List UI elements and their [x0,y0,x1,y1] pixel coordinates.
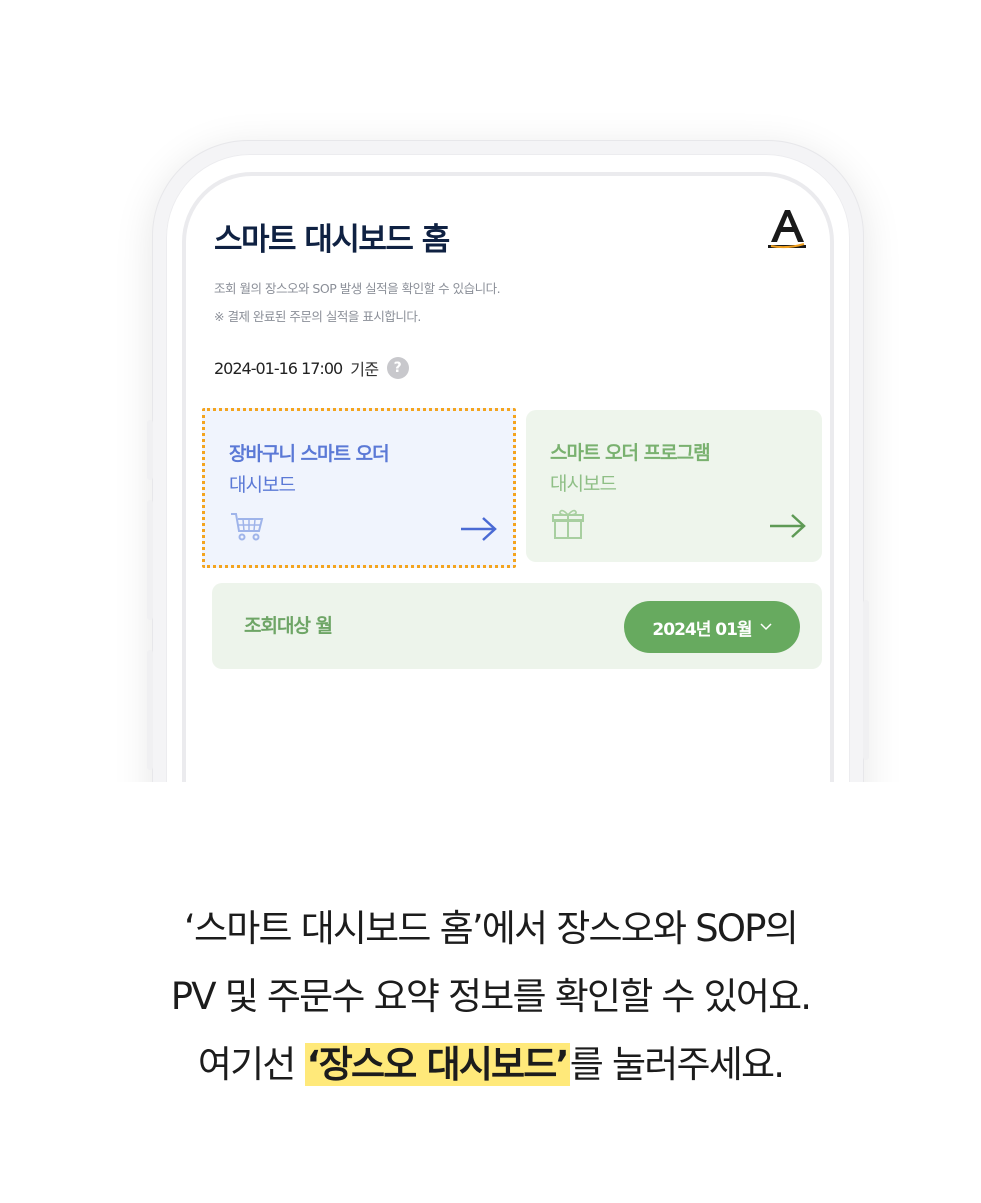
card-subtitle: 대시보드 [550,473,617,495]
a-brand-logo-icon[interactable] [766,206,808,250]
month-filter-label: 조회대상 월 [244,615,333,637]
caption-highlight: ‘장스오 대시보드’ [304,1043,570,1086]
caption-line-3: 여기선 ‘장스오 대시보드’를 눌러주세요. [0,1034,981,1088]
smart-order-program-dashboard-card[interactable]: 스마트 오더 프로그램 대시보드 [526,410,822,562]
page-title: 스마트 대시보드 홈 [214,222,450,258]
timestamp-suffix: 기준 [350,360,379,379]
description-note: ※ 결제 완료된 주문의 실적을 표시합니다. [214,309,421,324]
phone-side-button [147,500,153,620]
timestamp: 2024-01-16 17:00 [214,358,343,378]
tutorial-slide: 스마트 대시보드 홈 조회 월의 장스오와 SOP 발생 실적을 확인할 수 있… [0,0,981,1203]
caption-line-1: ‘스마트 대시보드 홈’에서 장스오와 SOP의 [184,907,799,950]
timestamp-row: 2024-01-16 17:00 기준 ? [214,356,409,380]
caption-suffix: 를 눌러주세요. [569,1043,785,1086]
cart-smart-order-dashboard-card[interactable]: 장바구니 스마트 오더 대시보드 [202,408,516,568]
shopping-cart-icon [231,513,264,541]
caption-line-2: PV 및 주문수 요약 정보를 확인할 수 있어요. [170,975,812,1018]
phone-screen: 스마트 대시보드 홈 조회 월의 장스오와 SOP 발생 실적을 확인할 수 있… [182,172,834,782]
selected-month: 2024년 01월 [652,619,752,640]
gift-icon [552,509,584,539]
caption-prefix: 여기선 [197,1043,305,1086]
card-subtitle: 대시보드 [229,474,296,496]
month-select-dropdown[interactable]: 2024년 01월 [624,601,800,653]
phone-mockup-area: 스마트 대시보드 홈 조회 월의 장스오와 SOP 발생 실적을 확인할 수 있… [0,0,981,782]
chevron-down-icon [760,623,772,631]
description-line: 조회 월의 장스오와 SOP 발생 실적을 확인할 수 있습니다. [214,281,501,296]
phone-side-button [147,650,153,770]
month-filter-bar: 조회대상 월 2024년 01월 [212,583,822,669]
arrow-right-icon [461,517,497,541]
phone-side-button [147,420,153,480]
card-title: 장바구니 스마트 오더 [229,443,390,465]
phone-side-button [863,600,869,760]
help-icon[interactable]: ? [386,357,409,379]
arrow-right-icon [770,514,806,538]
card-title: 스마트 오더 프로그램 [550,442,711,464]
